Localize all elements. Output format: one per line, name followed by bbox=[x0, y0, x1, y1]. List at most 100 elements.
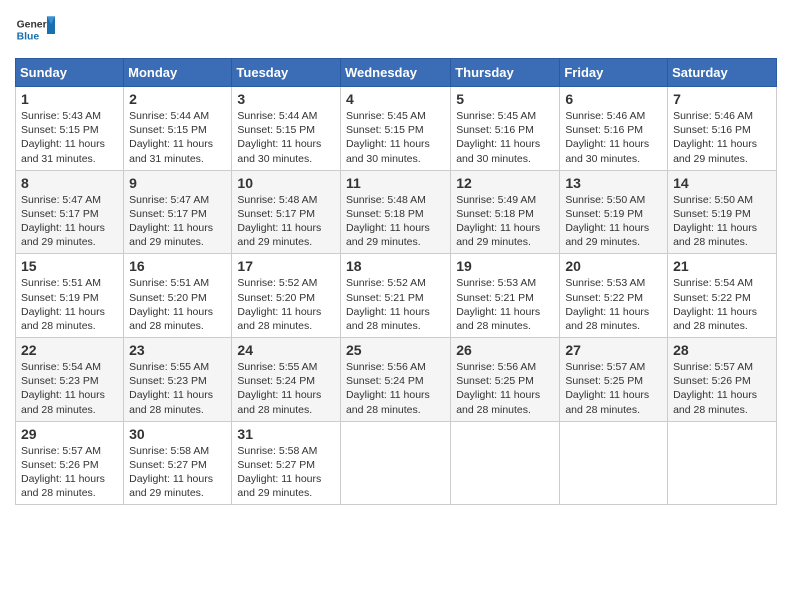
calendar-day-16: 16 Sunrise: 5:51 AMSunset: 5:20 PMDayligh… bbox=[124, 254, 232, 338]
day-info: Sunrise: 5:51 AMSunset: 5:20 PMDaylight:… bbox=[129, 277, 213, 332]
day-info: Sunrise: 5:44 AMSunset: 5:15 PMDaylight:… bbox=[129, 110, 213, 165]
day-info: Sunrise: 5:50 AMSunset: 5:19 PMDaylight:… bbox=[565, 194, 649, 249]
calendar-day-21: 21 Sunrise: 5:54 AMSunset: 5:22 PMDayligh… bbox=[668, 254, 777, 338]
calendar-day-4: 4 Sunrise: 5:45 AMSunset: 5:15 PMDaylight… bbox=[340, 87, 450, 171]
calendar-day-12: 12 Sunrise: 5:49 AMSunset: 5:18 PMDayligh… bbox=[451, 170, 560, 254]
logo-icon: General Blue bbox=[15, 10, 55, 50]
calendar-day-6: 6 Sunrise: 5:46 AMSunset: 5:16 PMDaylight… bbox=[560, 87, 668, 171]
day-info: Sunrise: 5:57 AMSunset: 5:26 PMDaylight:… bbox=[673, 361, 757, 416]
calendar-day-23: 23 Sunrise: 5:55 AMSunset: 5:23 PMDayligh… bbox=[124, 338, 232, 422]
empty-cell bbox=[560, 421, 668, 505]
calendar-header-row: SundayMondayTuesdayWednesdayThursdayFrid… bbox=[16, 59, 777, 87]
day-number: 23 bbox=[129, 342, 226, 358]
column-header-friday: Friday bbox=[560, 59, 668, 87]
empty-cell bbox=[340, 421, 450, 505]
day-number: 2 bbox=[129, 91, 226, 107]
column-header-tuesday: Tuesday bbox=[232, 59, 341, 87]
day-number: 26 bbox=[456, 342, 554, 358]
calendar-day-19: 19 Sunrise: 5:53 AMSunset: 5:21 PMDayligh… bbox=[451, 254, 560, 338]
day-number: 18 bbox=[346, 258, 445, 274]
day-number: 29 bbox=[21, 426, 118, 442]
day-info: Sunrise: 5:43 AMSunset: 5:15 PMDaylight:… bbox=[21, 110, 105, 165]
day-info: Sunrise: 5:56 AMSunset: 5:24 PMDaylight:… bbox=[346, 361, 430, 416]
column-header-thursday: Thursday bbox=[451, 59, 560, 87]
calendar-day-22: 22Sunrise: 5:54 AMSunset: 5:23 PMDayligh… bbox=[16, 338, 124, 422]
calendar-day-31: 31Sunrise: 5:58 AMSunset: 5:27 PMDayligh… bbox=[232, 421, 341, 505]
day-number: 8 bbox=[21, 175, 118, 191]
calendar-week-2: 8 Sunrise: 5:47 AMSunset: 5:17 PMDaylight… bbox=[16, 170, 777, 254]
day-info: Sunrise: 5:58 AMSunset: 5:27 PMDaylight:… bbox=[129, 445, 213, 500]
calendar-day-1: 1 Sunrise: 5:43 AMSunset: 5:15 PMDaylight… bbox=[16, 87, 124, 171]
day-number: 27 bbox=[565, 342, 662, 358]
calendar-day-20: 20 Sunrise: 5:53 AMSunset: 5:22 PMDayligh… bbox=[560, 254, 668, 338]
day-info: Sunrise: 5:46 AMSunset: 5:16 PMDaylight:… bbox=[673, 110, 757, 165]
day-info: Sunrise: 5:53 AMSunset: 5:21 PMDaylight:… bbox=[456, 277, 540, 332]
column-header-wednesday: Wednesday bbox=[340, 59, 450, 87]
day-number: 22 bbox=[21, 342, 118, 358]
day-info: Sunrise: 5:47 AMSunset: 5:17 PMDaylight:… bbox=[21, 194, 105, 249]
day-info: Sunrise: 5:56 AMSunset: 5:25 PMDaylight:… bbox=[456, 361, 540, 416]
day-info: Sunrise: 5:47 AMSunset: 5:17 PMDaylight:… bbox=[129, 194, 213, 249]
day-number: 1 bbox=[21, 91, 118, 107]
day-info: Sunrise: 5:48 AMSunset: 5:18 PMDaylight:… bbox=[346, 194, 430, 249]
logo: General Blue bbox=[15, 10, 59, 50]
day-number: 6 bbox=[565, 91, 662, 107]
day-number: 21 bbox=[673, 258, 771, 274]
day-info: Sunrise: 5:55 AMSunset: 5:23 PMDaylight:… bbox=[129, 361, 213, 416]
day-number: 31 bbox=[237, 426, 335, 442]
day-number: 3 bbox=[237, 91, 335, 107]
day-number: 12 bbox=[456, 175, 554, 191]
day-number: 13 bbox=[565, 175, 662, 191]
calendar-day-15: 15 Sunrise: 5:51 AMSunset: 5:19 PMDayligh… bbox=[16, 254, 124, 338]
empty-cell bbox=[668, 421, 777, 505]
calendar-table: SundayMondayTuesdayWednesdayThursdayFrid… bbox=[15, 58, 777, 505]
day-number: 5 bbox=[456, 91, 554, 107]
calendar-week-4: 22Sunrise: 5:54 AMSunset: 5:23 PMDayligh… bbox=[16, 338, 777, 422]
calendar-day-25: 25 Sunrise: 5:56 AMSunset: 5:24 PMDayligh… bbox=[340, 338, 450, 422]
calendar-day-30: 30 Sunrise: 5:58 AMSunset: 5:27 PMDayligh… bbox=[124, 421, 232, 505]
day-number: 24 bbox=[237, 342, 335, 358]
calendar-day-18: 18 Sunrise: 5:52 AMSunset: 5:21 PMDayligh… bbox=[340, 254, 450, 338]
calendar-day-26: 26 Sunrise: 5:56 AMSunset: 5:25 PMDayligh… bbox=[451, 338, 560, 422]
day-number: 20 bbox=[565, 258, 662, 274]
calendar-day-17: 17Sunrise: 5:52 AMSunset: 5:20 PMDayligh… bbox=[232, 254, 341, 338]
day-number: 30 bbox=[129, 426, 226, 442]
calendar-day-9: 9Sunrise: 5:47 AMSunset: 5:17 PMDaylight… bbox=[124, 170, 232, 254]
page-header: General Blue bbox=[15, 10, 777, 50]
calendar-day-3: 3Sunrise: 5:44 AMSunset: 5:15 PMDaylight… bbox=[232, 87, 341, 171]
day-number: 16 bbox=[129, 258, 226, 274]
calendar-day-10: 10 Sunrise: 5:48 AMSunset: 5:17 PMDayligh… bbox=[232, 170, 341, 254]
day-number: 15 bbox=[21, 258, 118, 274]
day-info: Sunrise: 5:51 AMSunset: 5:19 PMDaylight:… bbox=[21, 277, 105, 332]
day-info: Sunrise: 5:55 AMSunset: 5:24 PMDaylight:… bbox=[237, 361, 321, 416]
empty-cell bbox=[451, 421, 560, 505]
calendar-day-5: 5Sunrise: 5:45 AMSunset: 5:16 PMDaylight… bbox=[451, 87, 560, 171]
day-info: Sunrise: 5:50 AMSunset: 5:19 PMDaylight:… bbox=[673, 194, 757, 249]
day-info: Sunrise: 5:53 AMSunset: 5:22 PMDaylight:… bbox=[565, 277, 649, 332]
calendar-day-7: 7Sunrise: 5:46 AMSunset: 5:16 PMDaylight… bbox=[668, 87, 777, 171]
day-info: Sunrise: 5:46 AMSunset: 5:16 PMDaylight:… bbox=[565, 110, 649, 165]
calendar-day-14: 14Sunrise: 5:50 AMSunset: 5:19 PMDayligh… bbox=[668, 170, 777, 254]
day-info: Sunrise: 5:48 AMSunset: 5:17 PMDaylight:… bbox=[237, 194, 321, 249]
day-info: Sunrise: 5:57 AMSunset: 5:26 PMDaylight:… bbox=[21, 445, 105, 500]
day-info: Sunrise: 5:52 AMSunset: 5:21 PMDaylight:… bbox=[346, 277, 430, 332]
calendar-day-8: 8 Sunrise: 5:47 AMSunset: 5:17 PMDaylight… bbox=[16, 170, 124, 254]
day-info: Sunrise: 5:54 AMSunset: 5:22 PMDaylight:… bbox=[673, 277, 757, 332]
calendar-day-28: 28Sunrise: 5:57 AMSunset: 5:26 PMDayligh… bbox=[668, 338, 777, 422]
calendar-week-5: 29 Sunrise: 5:57 AMSunset: 5:26 PMDayligh… bbox=[16, 421, 777, 505]
day-number: 10 bbox=[237, 175, 335, 191]
day-info: Sunrise: 5:49 AMSunset: 5:18 PMDaylight:… bbox=[456, 194, 540, 249]
calendar-body: 1 Sunrise: 5:43 AMSunset: 5:15 PMDaylight… bbox=[16, 87, 777, 505]
day-number: 25 bbox=[346, 342, 445, 358]
calendar-day-29: 29 Sunrise: 5:57 AMSunset: 5:26 PMDayligh… bbox=[16, 421, 124, 505]
day-info: Sunrise: 5:45 AMSunset: 5:15 PMDaylight:… bbox=[346, 110, 430, 165]
calendar-week-1: 1 Sunrise: 5:43 AMSunset: 5:15 PMDaylight… bbox=[16, 87, 777, 171]
day-number: 11 bbox=[346, 175, 445, 191]
column-header-monday: Monday bbox=[124, 59, 232, 87]
day-number: 4 bbox=[346, 91, 445, 107]
calendar-day-24: 24 Sunrise: 5:55 AMSunset: 5:24 PMDayligh… bbox=[232, 338, 341, 422]
day-number: 19 bbox=[456, 258, 554, 274]
column-header-saturday: Saturday bbox=[668, 59, 777, 87]
svg-text:Blue: Blue bbox=[17, 32, 40, 43]
calendar-day-2: 2 Sunrise: 5:44 AMSunset: 5:15 PMDaylight… bbox=[124, 87, 232, 171]
